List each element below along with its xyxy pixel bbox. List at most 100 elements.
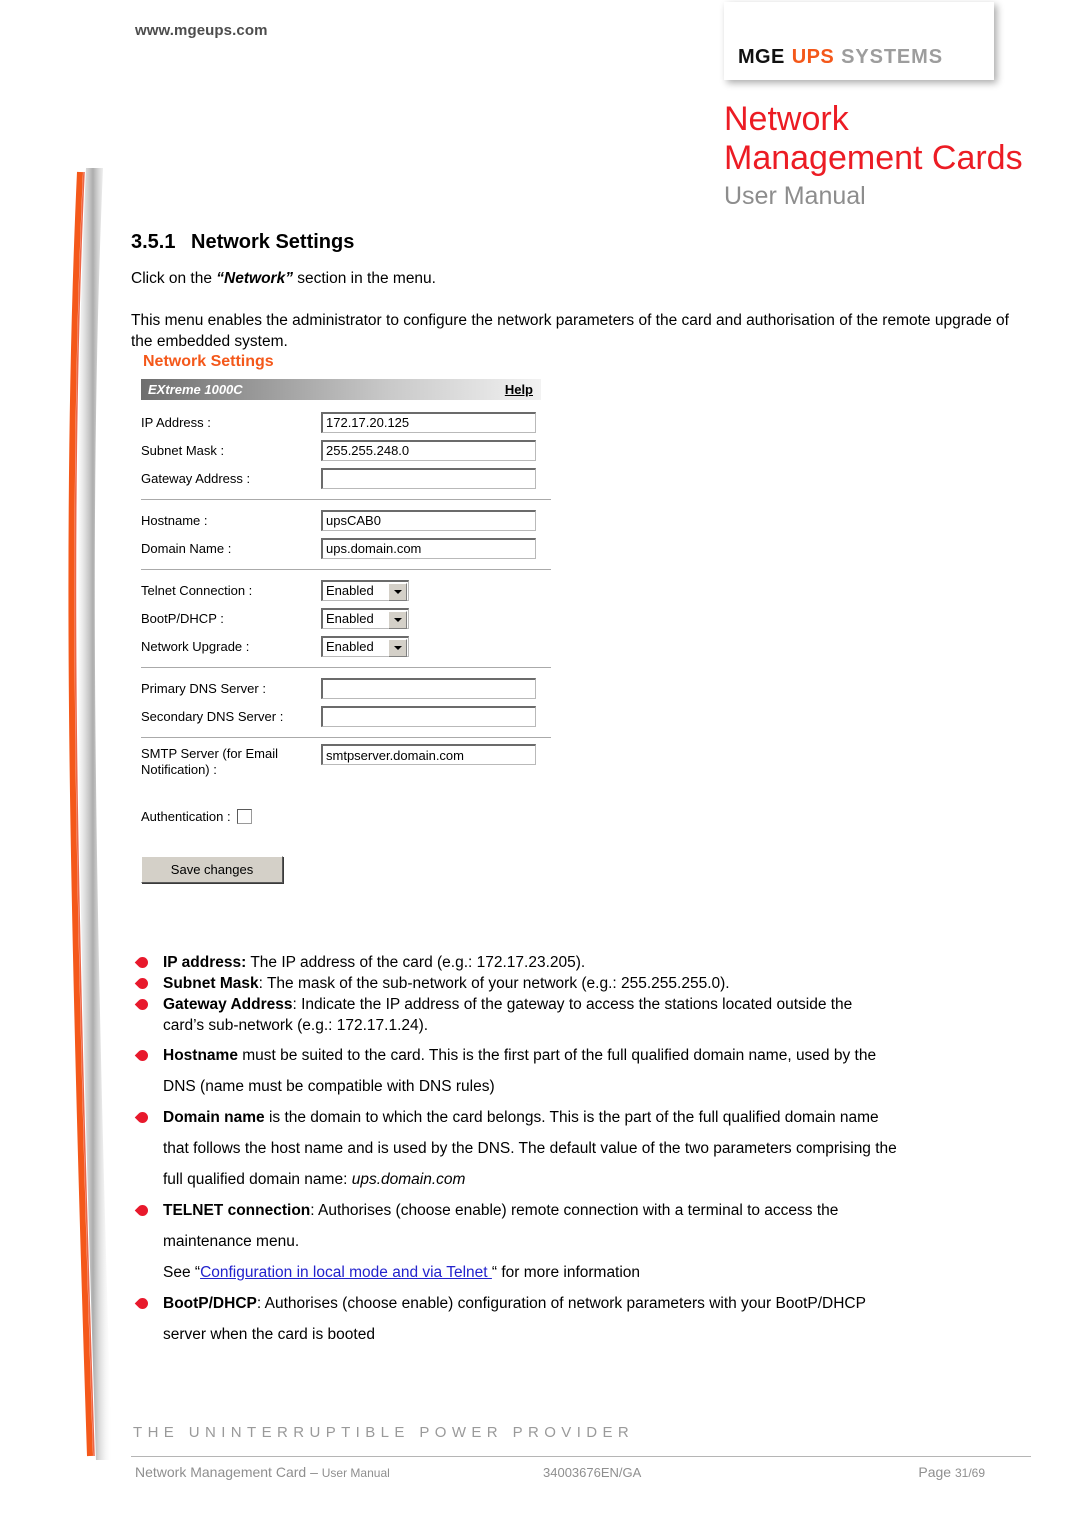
form-row-hostname: Hostname : upsCAB0 xyxy=(141,506,561,534)
gateway-address-label: Gateway Address : xyxy=(141,470,251,486)
list-item-bootp-dhcp: BootP/DHCP: Authorises (choose enable) c… xyxy=(133,1288,1033,1350)
form-row-network-upgrade: Network Upgrade : Enabled xyxy=(141,632,561,660)
text-telnet-connection: : Authorises (choose enable) remote conn… xyxy=(310,1202,839,1219)
subnet-mask-label: Subnet Mask : xyxy=(141,442,225,458)
mge-ups-systems-logo: MGE UPS SYSTEMS xyxy=(724,2,994,80)
form-row-subnet-mask: Subnet Mask : 255.255.248.0 xyxy=(141,436,561,464)
smtp-server-label: SMTP Server (for Email Notification) : xyxy=(141,744,321,778)
bootp-dhcp-value: Enabled xyxy=(326,611,374,626)
document-title-line2: Management Cards xyxy=(724,139,1023,177)
term-gateway-address: Gateway Address xyxy=(163,996,293,1013)
term-bootp-dhcp: BootP/DHCP xyxy=(163,1295,257,1312)
list-item-hostname: Hostname must be suited to the card. Thi… xyxy=(133,1040,1033,1102)
hostname-label: Hostname : xyxy=(141,512,208,528)
description-paragraph: This menu enables the administrator to c… xyxy=(131,312,1009,350)
form-row-telnet-connection: Telnet Connection : Enabled xyxy=(141,576,561,604)
cross-reference-link[interactable]: Configuration in local mode and via Teln… xyxy=(200,1264,492,1281)
primary-dns-label: Primary DNS Server : xyxy=(141,680,266,696)
text-gateway-address-cont: card’s sub-network (e.g.: 172.17.1.24). xyxy=(163,1017,429,1034)
text-ip-address: The IP address of the card (e.g.: 172.17… xyxy=(246,954,586,971)
footer-page-label: Page xyxy=(918,1464,955,1480)
logo-ups: UPS xyxy=(791,46,835,68)
chevron-down-icon[interactable] xyxy=(388,638,407,657)
bootp-dhcp-label: BootP/DHCP : xyxy=(141,610,224,626)
form-row-authentication: Authentication : xyxy=(141,802,561,830)
see-also-pre: See “ xyxy=(163,1264,201,1281)
chevron-down-icon[interactable] xyxy=(388,582,407,601)
text-telnet-connection-cont: maintenance menu. xyxy=(163,1233,300,1250)
see-also-post: “ for more information xyxy=(491,1264,641,1281)
parameter-description-list: IP address: The IP address of the card (… xyxy=(133,952,1033,1350)
form-row-smtp-server: SMTP Server (for Email Notification) : s… xyxy=(141,744,561,784)
list-item-ip-address: IP address: The IP address of the card (… xyxy=(133,952,1033,973)
hostname-input[interactable]: upsCAB0 xyxy=(321,509,536,531)
form-row-domain-name: Domain Name : ups.domain.com xyxy=(141,534,561,562)
help-link[interactable]: Help xyxy=(505,382,533,397)
bullet-diamond-icon xyxy=(134,1109,151,1126)
form-row-gateway-address: Gateway Address : xyxy=(141,464,561,492)
document-title-line1: Network xyxy=(724,100,849,138)
left-decoration xyxy=(68,168,112,1460)
network-upgrade-value: Enabled xyxy=(326,639,374,654)
secondary-dns-input[interactable] xyxy=(321,705,536,727)
telnet-connection-label: Telnet Connection : xyxy=(141,582,253,598)
logo-mge: MGE xyxy=(738,46,785,68)
form-divider-3 xyxy=(141,667,551,668)
term-domain-name: Domain name xyxy=(163,1109,265,1126)
form-divider-4 xyxy=(141,737,551,738)
telnet-connection-select[interactable]: Enabled xyxy=(321,579,409,601)
authentication-label: Authentication : xyxy=(141,808,231,824)
section-number: 3.5.1 xyxy=(131,231,176,253)
network-settings-screenshot: Network Settings EXtreme 1000C Help IP A… xyxy=(141,353,561,883)
primary-dns-input[interactable] xyxy=(321,677,536,699)
list-item-domain-name: Domain name is the domain to which the c… xyxy=(133,1102,1033,1195)
subnet-mask-input[interactable]: 255.255.248.0 xyxy=(321,439,536,461)
smtp-server-input[interactable]: smtpserver.domain.com xyxy=(321,744,536,765)
term-subnet-mask: Subnet Mask xyxy=(163,975,259,992)
domain-name-input[interactable]: ups.domain.com xyxy=(321,537,536,559)
authentication-checkbox[interactable] xyxy=(236,808,252,824)
text-subnet-mask: : The mask of the sub-network of your ne… xyxy=(258,975,730,992)
save-changes-button[interactable]: Save changes xyxy=(141,856,283,883)
bullet-diamond-icon xyxy=(134,996,151,1013)
chevron-down-icon[interactable] xyxy=(388,610,407,629)
ip-address-label: IP Address : xyxy=(141,414,211,430)
list-item-telnet-connection: TELNET connection: Authorises (choose en… xyxy=(133,1195,1033,1288)
network-upgrade-select[interactable]: Enabled xyxy=(321,635,409,657)
network-settings-form: IP Address : 172.17.20.125 Subnet Mask :… xyxy=(141,400,561,883)
list-item-gateway-address: Gateway Address: Indicate the IP address… xyxy=(133,994,1033,1036)
form-row-primary-dns: Primary DNS Server : xyxy=(141,674,561,702)
footer-document-code: 34003676EN/GA xyxy=(543,1465,642,1480)
form-row-ip-address: IP Address : 172.17.20.125 xyxy=(141,408,561,436)
secondary-dns-label: Secondary DNS Server : xyxy=(141,708,284,724)
footer-doc-title: Network Management Card – xyxy=(135,1464,322,1480)
logo-systems: SYSTEMS xyxy=(841,46,943,68)
footer-page-number: Page 31/69 xyxy=(918,1464,985,1480)
smtp-server-label-line1: SMTP Server (for Email xyxy=(141,746,279,761)
bullet-diamond-icon xyxy=(134,1295,151,1312)
page-title: 3.5.1 Network Settings xyxy=(131,231,354,254)
form-row-secondary-dns: Secondary DNS Server : xyxy=(141,702,561,730)
term-ip-address: IP address: xyxy=(163,954,247,971)
text-domain-name-example: ups.domain.com xyxy=(351,1171,466,1188)
form-divider-1 xyxy=(141,499,551,500)
text-domain-name: is the domain to which the card belongs.… xyxy=(264,1109,879,1126)
ip-address-input[interactable]: 172.17.20.125 xyxy=(321,411,536,433)
screenshot-caption: Network Settings xyxy=(143,353,274,370)
logo-wordmark: MGE UPS SYSTEMS xyxy=(738,46,943,69)
gateway-address-input[interactable] xyxy=(321,467,536,489)
device-name-label: EXtreme 1000C xyxy=(148,382,243,397)
text-domain-name-cont2: full qualified domain name: ups.domain.c… xyxy=(163,1164,1033,1195)
term-hostname: Hostname xyxy=(163,1047,238,1064)
footer-doc-kind: User Manual xyxy=(321,1466,390,1480)
list-item-subnet-mask: Subnet Mask: The mask of the sub-network… xyxy=(133,973,1033,994)
network-upgrade-label: Network Upgrade : xyxy=(141,638,250,654)
text-hostname: must be suited to the card. This is the … xyxy=(237,1047,877,1064)
bootp-dhcp-select[interactable]: Enabled xyxy=(321,607,409,629)
intro-paragraph: Click on the “Network” section in the me… xyxy=(131,268,1011,289)
document-subtitle: User Manual xyxy=(724,182,866,210)
bullet-diamond-icon xyxy=(134,1202,151,1219)
footer-document-name: Network Management Card – User Manual xyxy=(135,1464,390,1480)
intro-pre: Click on the xyxy=(131,270,217,287)
text-bootp-dhcp: : Authorises (choose enable) configurati… xyxy=(256,1295,866,1312)
